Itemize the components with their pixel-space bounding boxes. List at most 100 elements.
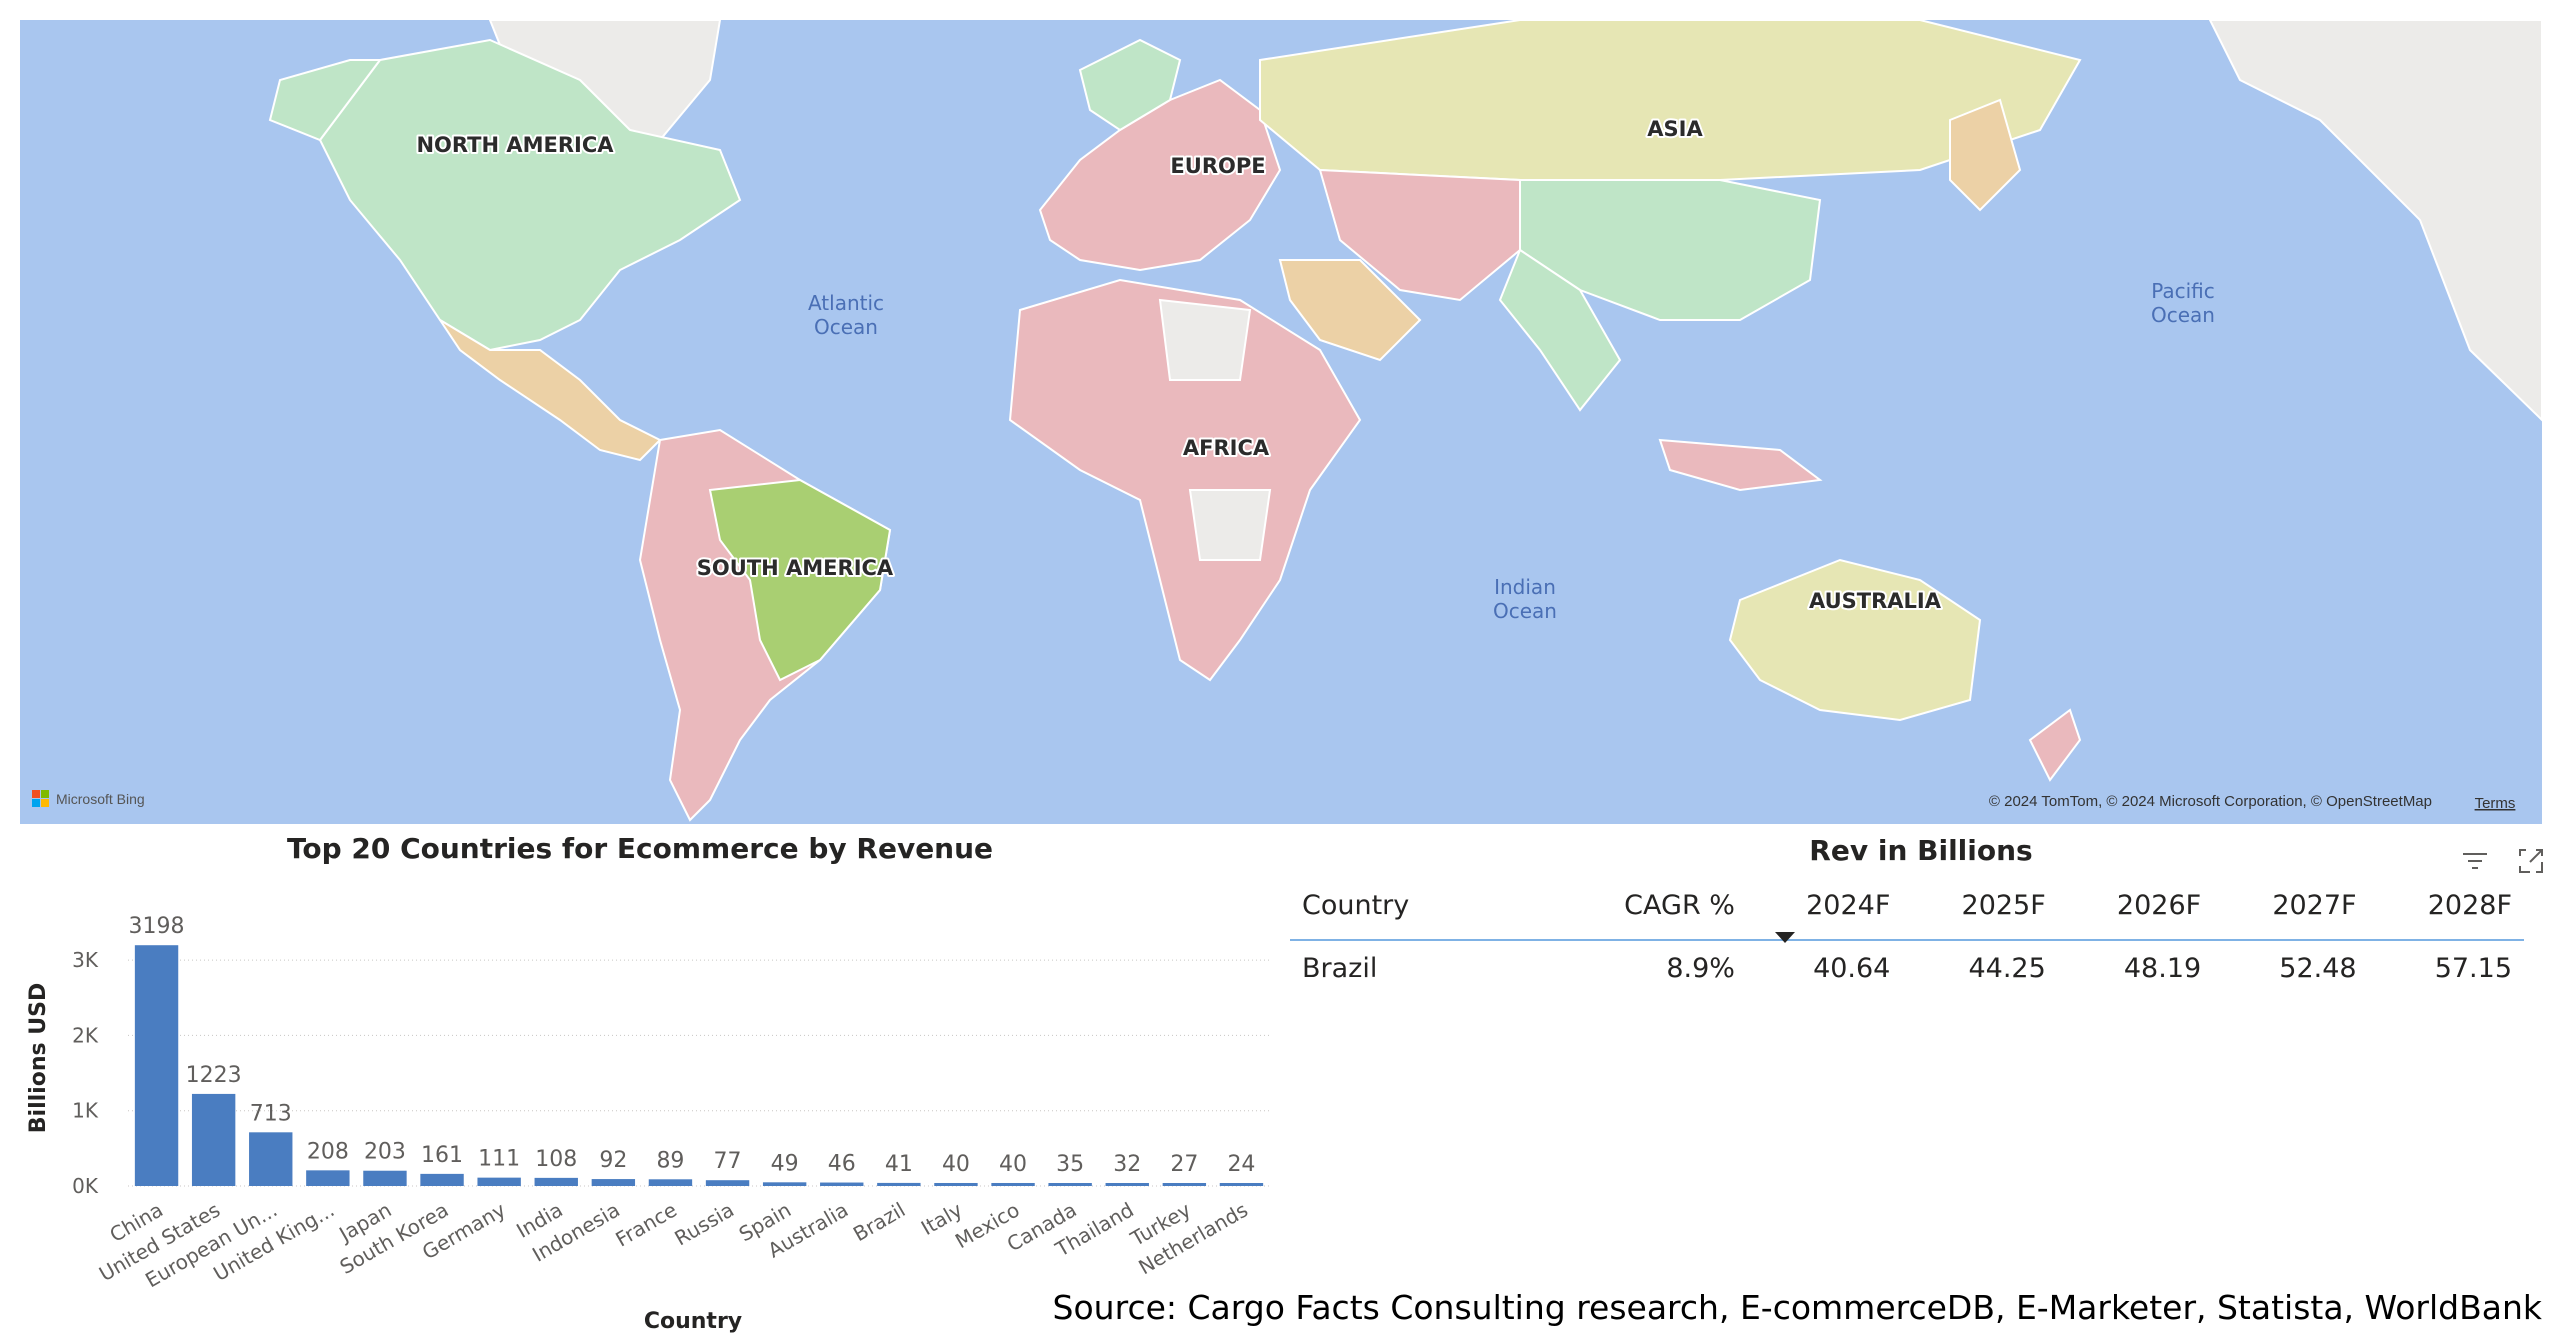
- revenue-table-panel: Rev in Billions Country CAGR % 2024F 202…: [1290, 828, 2552, 1028]
- data-label: 208: [307, 1139, 349, 1164]
- data-labels: 3198 1223 713 208 203 161 111 108 92 89 77 49 46 41 40…: [129, 914, 1256, 1177]
- label-atlantic-1: Atlantic: [808, 291, 884, 315]
- bar[interactable]: [1048, 1183, 1092, 1186]
- sort-descending-icon: [1774, 932, 1795, 943]
- bar[interactable]: [591, 1179, 636, 1186]
- data-label: 32: [1113, 1152, 1141, 1177]
- data-label: 1223: [186, 1063, 242, 1088]
- cell-2025f: 44.25: [1968, 953, 2046, 984]
- bar[interactable]: [477, 1177, 521, 1186]
- logo-square-green: [41, 790, 49, 798]
- table-title: Rev in Billions: [1809, 834, 2033, 867]
- col-header-2025f[interactable]: 2025F: [1902, 878, 2058, 941]
- y-axis-title: Billions USD: [26, 983, 51, 1133]
- data-label: 713: [250, 1101, 292, 1126]
- bar[interactable]: [249, 1132, 293, 1186]
- x-tick-label: Brazil: [849, 1198, 909, 1247]
- bar[interactable]: [534, 1177, 578, 1186]
- bar-chart-svg: 0K 1K 2K 3K 3198 1223 713 208 203 161 111 108 92 89 7…: [26, 914, 1270, 1334]
- data-label: 27: [1170, 1152, 1198, 1177]
- cell-2026f: 48.19: [2123, 953, 2202, 984]
- bar[interactable]: [820, 1182, 864, 1186]
- y-axis-ticks: 0K 1K 2K 3K: [72, 948, 99, 1198]
- y-tick-label: 1K: [72, 1099, 99, 1123]
- col-header-cagr[interactable]: CAGR %: [1584, 878, 1747, 941]
- col-header-country[interactable]: Country: [1290, 878, 1585, 941]
- map-attribution: © 2024 TomTom, © 2024 Microsoft Corporat…: [1989, 793, 2432, 810]
- data-label: 3198: [129, 914, 185, 939]
- logo-square-blue: [32, 799, 40, 807]
- label-indian-1: Indian: [1494, 575, 1556, 599]
- bar-chart[interactable]: 0K 1K 2K 3K 3198 1223 713 208 203 161 111 108 92 89 7…: [0, 870, 1280, 1343]
- x-tick-label: France: [611, 1198, 681, 1252]
- data-label: 49: [771, 1151, 799, 1176]
- gridlines: [128, 959, 1270, 1187]
- data-label: 161: [421, 1143, 463, 1168]
- x-axis-title: Country: [644, 1309, 742, 1334]
- bar[interactable]: [191, 1093, 236, 1186]
- cell-2024f: 40.64: [1813, 953, 1891, 984]
- africa-grey-region: [1158, 298, 1252, 381]
- bar[interactable]: [1105, 1183, 1149, 1186]
- bar[interactable]: [363, 1170, 407, 1186]
- label-indian-2: Ocean: [1493, 599, 1557, 623]
- bing-label: Microsoft Bing: [56, 791, 145, 807]
- table-row[interactable]: Brazil 8.9% 40.64 44.25 48.19 52.48 57.1…: [1290, 940, 2524, 996]
- visual-header-icons: [2460, 846, 2546, 876]
- label-north-america: NORTH AMERICA: [416, 133, 614, 157]
- bar[interactable]: [1219, 1183, 1264, 1186]
- revenue-table: Country CAGR % 2024F 2025F 2026F 2027F 2…: [1290, 878, 2524, 996]
- data-label: 203: [364, 1140, 406, 1165]
- data-label: 41: [885, 1152, 913, 1177]
- bar[interactable]: [134, 945, 179, 1186]
- terms-link[interactable]: Terms: [2475, 795, 2516, 812]
- cell-cagr: 8.9%: [1666, 953, 1735, 984]
- world-map[interactable]: NORTH AMERICA EUROPE ASIA AFRICA SOUTH A…: [20, 20, 2542, 824]
- data-label: 40: [999, 1152, 1027, 1177]
- col-header-2026f[interactable]: 2026F: [2057, 878, 2214, 941]
- bar[interactable]: [705, 1180, 750, 1186]
- bar[interactable]: [1162, 1183, 1207, 1186]
- label-south-america: SOUTH AMERICA: [697, 556, 894, 580]
- filter-icon[interactable]: [2460, 846, 2490, 876]
- source-note: Source: Cargo Facts Consulting research,…: [1052, 1288, 2542, 1327]
- label-australia: AUSTRALIA: [1809, 589, 1942, 613]
- africa-grey-region-2: [1188, 489, 1272, 561]
- label-europe: EUROPE: [1170, 154, 1265, 178]
- map-canvas[interactable]: NORTH AMERICA EUROPE ASIA AFRICA SOUTH A…: [20, 20, 2542, 824]
- data-label: 108: [535, 1147, 577, 1172]
- bar[interactable]: [762, 1182, 807, 1186]
- data-label: 46: [828, 1152, 856, 1177]
- chart-title: Top 20 Countries for Ecommerce by Revenu…: [286, 832, 994, 865]
- cell-country: Brazil: [1302, 953, 1378, 984]
- focus-mode-icon[interactable]: [2516, 846, 2546, 876]
- data-label: 40: [942, 1152, 970, 1177]
- bars: [134, 945, 1264, 1186]
- col-header-2028f[interactable]: 2028F: [2368, 878, 2524, 941]
- data-label: 24: [1227, 1152, 1255, 1177]
- data-label: 77: [714, 1149, 742, 1174]
- col-header-2024f-label: 2024F: [1806, 890, 1891, 921]
- col-header-2024f[interactable]: 2024F: [1746, 878, 1903, 943]
- bar[interactable]: [877, 1182, 921, 1186]
- label-africa: AFRICA: [1183, 436, 1270, 460]
- logo-square-red: [32, 790, 40, 798]
- label-atlantic-2: Ocean: [814, 315, 878, 339]
- x-axis-ticks: ChinaUnited StatesEuropean Un...United K…: [95, 1197, 1252, 1292]
- data-label: 89: [656, 1148, 684, 1173]
- bar[interactable]: [306, 1170, 350, 1186]
- col-header-2027f[interactable]: 2027F: [2213, 878, 2369, 941]
- bar[interactable]: [934, 1182, 978, 1186]
- data-label: 92: [599, 1148, 627, 1173]
- data-label: 35: [1056, 1152, 1084, 1177]
- bar[interactable]: [991, 1182, 1035, 1186]
- label-pacific-2: Ocean: [2151, 303, 2215, 327]
- y-tick-label: 3K: [72, 948, 99, 972]
- data-label: 111: [478, 1147, 520, 1172]
- table-header-row: Country CAGR % 2024F 2025F 2026F 2027F 2…: [1290, 878, 2524, 943]
- label-asia: ASIA: [1647, 117, 1703, 141]
- x-tick-label: Russia: [670, 1198, 738, 1251]
- cell-2027f: 52.48: [2279, 953, 2357, 984]
- bar[interactable]: [648, 1179, 693, 1186]
- bar[interactable]: [420, 1173, 464, 1186]
